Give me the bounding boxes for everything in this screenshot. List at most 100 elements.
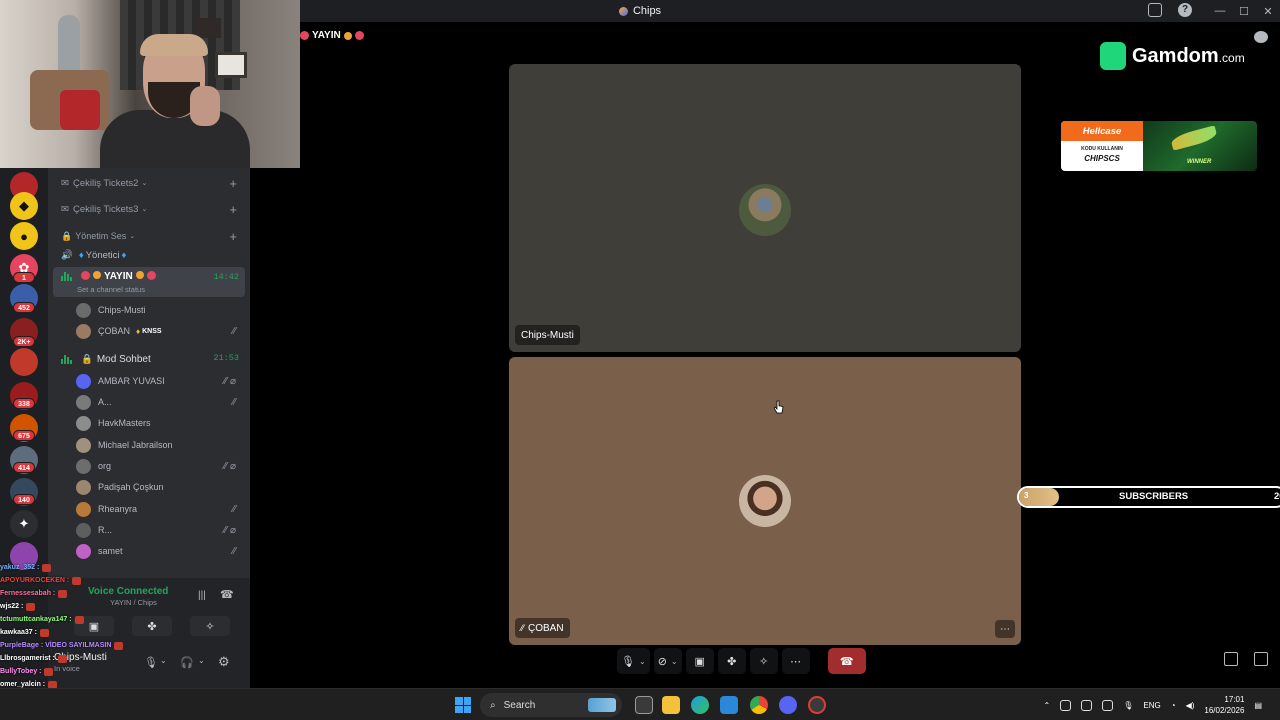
tag-icon: ♦	[136, 326, 141, 336]
microphone-icon[interactable]: 🎙	[1123, 701, 1133, 710]
category-tickets2[interactable]: ✉ Çekiliş Tickets2 ⌄ +	[53, 172, 245, 194]
chat-bubble-icon[interactable]	[1254, 31, 1268, 43]
fullscreen-icon[interactable]	[1254, 652, 1268, 666]
video-tile[interactable]: ⁄⁄ ÇOBAN ⋯	[509, 357, 1021, 645]
voice-member[interactable]: samet ⁄⁄	[76, 541, 244, 561]
voice-member[interactable]: Padişah Çoşkun	[76, 477, 244, 497]
tray-icon[interactable]	[1060, 699, 1072, 711]
chat-username: kawkaa37 :	[0, 629, 37, 636]
tray-icon[interactable]	[1081, 699, 1093, 711]
emote-icon	[57, 654, 67, 663]
minimize-button[interactable]: —	[1208, 5, 1232, 17]
clock-time: 17:01	[1224, 695, 1245, 704]
app-icon[interactable]	[808, 696, 826, 714]
add-channel-icon[interactable]: +	[229, 229, 237, 244]
task-view-icon[interactable]	[635, 696, 653, 714]
chat-username: PurpleBage : VİDEO SAYILMASIN	[0, 642, 112, 649]
notification-icon[interactable]: ▤	[1254, 701, 1262, 710]
chat-message: BullyTobey :	[0, 665, 196, 678]
activities-button[interactable]: ✤	[717, 648, 746, 674]
channel-yayin[interactable]: YAYIN 14:42 Set a channel status	[53, 267, 245, 297]
share-screen-button[interactable]: ▣	[685, 648, 714, 674]
windows-start-button[interactable]	[455, 697, 471, 713]
window-title: Chips	[618, 5, 661, 17]
ticket-icon: ✉	[61, 203, 69, 215]
server-icon[interactable]: ◆	[10, 192, 38, 220]
avatar	[76, 501, 91, 517]
lock-icon: 🔒	[81, 353, 93, 365]
system-tray: ⌃ 🎙 ENG ◔ ◀) 17:01 16/02/2026 ▤	[1044, 689, 1262, 720]
settings-icon[interactable]: ⚙	[218, 654, 230, 670]
search-highlight-image	[588, 698, 616, 712]
camera-toggle-button[interactable]: ⊘ ⌄	[653, 648, 682, 674]
maximize-button[interactable]: ☐	[1232, 5, 1256, 18]
voice-member[interactable]: AMBAR YUVASI ⁄⁄ ⌀	[76, 371, 244, 391]
wifi-icon[interactable]: ◔	[1171, 701, 1176, 710]
fire-icon	[135, 271, 144, 279]
mute-button[interactable]: 🎙 ⌄	[617, 648, 650, 674]
tray-icon[interactable]	[1102, 699, 1114, 711]
close-button[interactable]: ✕	[1256, 5, 1280, 18]
channel-yonetici[interactable]: 🔊 ♦ Yönetici ♦	[53, 244, 245, 266]
diamond-icon: ♦	[121, 249, 127, 261]
server-icon[interactable]: ●	[10, 222, 38, 250]
chevron-up-icon[interactable]: ⌃	[1044, 701, 1051, 710]
knife-icon	[1169, 125, 1219, 151]
view-controls	[1224, 652, 1268, 666]
leave-call-button[interactable]: ☎	[827, 648, 866, 674]
more-button[interactable]: ⋯	[781, 648, 810, 674]
unread-badge: 338	[13, 398, 35, 409]
voice-member[interactable]: org ⁄⁄ ⌀	[76, 456, 244, 476]
subscriber-count: 3	[1024, 491, 1029, 500]
add-channel-icon[interactable]: +	[229, 176, 237, 191]
volume-icon[interactable]: ◀)	[1186, 701, 1195, 710]
participant-name: Chips-Musti	[521, 329, 574, 341]
discord-icon[interactable]	[779, 696, 797, 714]
channel-mod-sohbet[interactable]: 🔒 Mod Sohbet 21:53	[53, 348, 245, 370]
help-icon[interactable]: ?	[1178, 3, 1192, 17]
voice-member[interactable]: ÇOBAN ♦ KNSS ⁄⁄	[76, 321, 244, 341]
soundboard-button[interactable]: ✧	[190, 616, 230, 636]
video-tile[interactable]: Chips-Musti	[509, 64, 1021, 352]
avatar	[76, 479, 91, 495]
mute-icon: ⁄⁄	[521, 623, 525, 633]
category-tickets3[interactable]: ✉ Çekiliş Tickets3 ⌄ +	[53, 198, 245, 220]
file-explorer-icon[interactable]	[662, 696, 680, 714]
member-name: org	[98, 461, 112, 471]
language-indicator[interactable]: ENG	[1143, 701, 1160, 710]
emote-icon	[26, 602, 36, 611]
clock-date: 16/02/2026	[1204, 706, 1245, 715]
stream-channel-name: YAYIN	[312, 30, 341, 41]
voice-member[interactable]: Rheanyra ⁄⁄	[76, 499, 244, 519]
signal-icon[interactable]: |||	[198, 590, 206, 601]
edge-icon[interactable]	[691, 696, 709, 714]
chrome-icon[interactable]	[750, 696, 768, 714]
chat-username: BullyTobey :	[0, 668, 42, 675]
discover-icon[interactable]: ✦	[10, 510, 38, 538]
voice-member[interactable]: A... ⁄⁄	[76, 392, 244, 412]
voice-member[interactable]: Michael Jabrailson	[76, 435, 244, 455]
voice-member[interactable]: HavkMasters	[76, 413, 244, 433]
add-channel-icon[interactable]: +	[229, 202, 237, 217]
taskbar-search[interactable]: ⌕ Search	[480, 693, 622, 717]
disconnect-icon[interactable]: ☎	[220, 588, 234, 601]
server-icon[interactable]	[10, 348, 38, 376]
clock[interactable]: 17:01 16/02/2026	[1204, 694, 1244, 716]
red-dot-icon	[81, 271, 90, 280]
channel-status[interactable]: Set a channel status	[77, 285, 145, 294]
chat-message: APOYURKOCEKEN :	[0, 574, 196, 587]
avatar	[76, 437, 91, 453]
chevron-down-icon[interactable]: ⌄	[198, 656, 205, 665]
fire-icon	[343, 31, 352, 40]
chevron-down-icon[interactable]: ⌄	[671, 657, 678, 666]
voice-member[interactable]: Chips-Musti	[76, 300, 244, 320]
store-icon[interactable]	[720, 696, 738, 714]
chevron-down-icon[interactable]: ⌄	[639, 657, 646, 666]
inbox-icon[interactable]	[1148, 3, 1162, 17]
popout-icon[interactable]	[1224, 652, 1238, 666]
more-options-button[interactable]: ⋯	[995, 620, 1015, 638]
mute-deafen-icon: ⁄⁄ ⌀	[223, 460, 236, 472]
voice-member[interactable]: R... ⁄⁄ ⌀	[76, 520, 244, 540]
soundboard-button[interactable]: ✧	[749, 648, 778, 674]
member-name: R...	[98, 525, 113, 535]
